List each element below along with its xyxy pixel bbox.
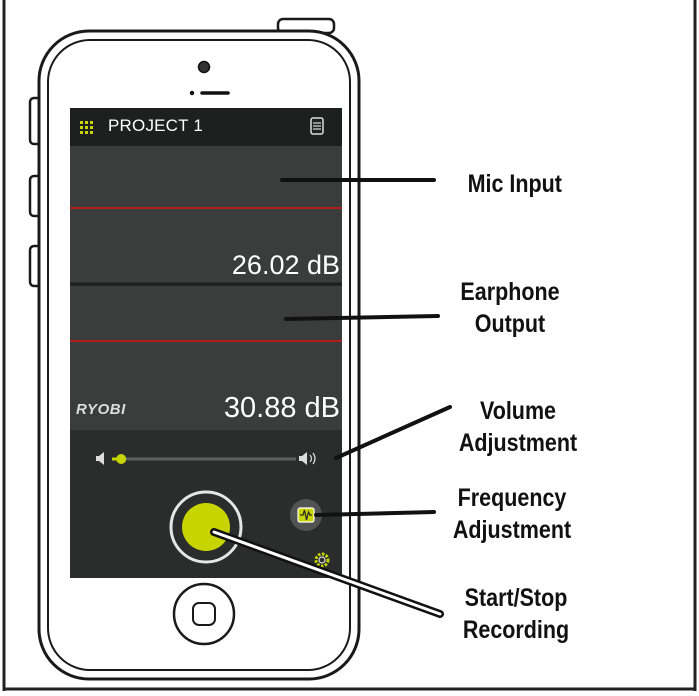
mic-level-readout: 26.02 dB [231, 250, 340, 280]
volume-adjustment-label: Volume Adjustment [441, 395, 596, 459]
volume-slider-thumb[interactable] [116, 454, 127, 464]
frequency-adjustment-label-line2: Adjustment [452, 516, 572, 544]
earphone-waveform-panel [70, 286, 342, 341]
ryobi-logo: RYOBI [76, 401, 126, 418]
frequency-adjustment-label: Frequency Adjustment [435, 482, 590, 546]
earphone-level-readout: 30.88 dB [223, 392, 340, 424]
volume-adjustment-label-line2: Adjustment [458, 429, 578, 457]
mic-waveform-panel [70, 146, 342, 208]
project-title: PROJECT 1 [108, 116, 204, 135]
diagram-frame: PROJECT 1 26.02 dB 30.88 dB RYOBI Mic In… [0, 0, 699, 691]
record-button[interactable] [182, 503, 230, 551]
start-stop-recording-label-line2: Recording [462, 616, 570, 644]
volume-adjustment-label-line1: Volume [479, 397, 557, 425]
mic-input-label-text: Mic Input [467, 170, 562, 198]
grid-menu-icon[interactable] [80, 121, 93, 134]
earphone-output-label-line2: Output [474, 310, 546, 338]
earphone-output-label: Earphone Output [450, 276, 570, 340]
start-stop-recording-label: Start/Stop Recording [439, 582, 594, 646]
diagram-canvas [2, 0, 697, 691]
waveform-icon [297, 507, 315, 523]
proximity-sensor [189, 90, 195, 96]
home-button[interactable] [172, 582, 236, 646]
earphone-output-label-line1: Earphone [460, 278, 560, 306]
frequency-adjustment-label-line1: Frequency [457, 484, 567, 512]
mic-input-label: Mic Input [446, 168, 584, 200]
start-stop-recording-label-line1: Start/Stop [464, 584, 568, 612]
camera-icon [197, 60, 211, 74]
